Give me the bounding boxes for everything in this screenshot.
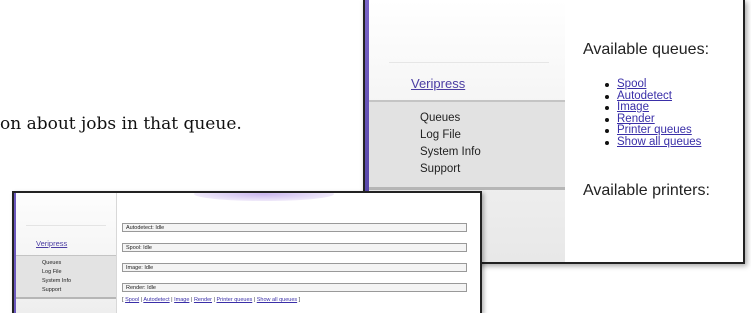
link-printer-queues[interactable]: Printer queues	[216, 297, 252, 303]
queue-link-image[interactable]: Image	[605, 101, 701, 114]
queue-link-printer-queues[interactable]: Printer queues	[605, 124, 701, 137]
link-bar-open: [	[122, 297, 124, 303]
status-image: Image: Idle	[122, 263, 467, 272]
link-separator: |	[253, 297, 256, 303]
printers-heading: Available printers:	[583, 182, 710, 199]
sidebar: Veripress Queues Log File System Info Su…	[16, 193, 117, 313]
link-autodetect[interactable]: Autodetect	[143, 297, 169, 303]
link-separator: |	[190, 297, 193, 303]
link-separator: |	[171, 297, 173, 303]
main-content: Available queues: Spool Autodetect Image…	[565, 0, 743, 262]
sidebar-item-system-info[interactable]: System Info	[42, 278, 71, 284]
status-render: Render: Idle	[122, 283, 467, 292]
document-body-text: on about jobs in that queue.	[0, 114, 242, 134]
queue-link-show-all[interactable]: Show all queues	[605, 136, 701, 149]
queue-link-spool[interactable]: Spool	[605, 78, 701, 91]
logo-divider	[26, 225, 106, 226]
sidebar-item-queues[interactable]: Queues	[420, 112, 460, 124]
sidebar-item-log-file[interactable]: Log File	[420, 129, 461, 141]
link-separator: |	[140, 297, 143, 303]
sidebar-menu: Queues Log File System Info Support	[369, 100, 565, 190]
sidebar-menu: Queues Log File System Info Support	[16, 255, 116, 299]
queue-link-bar: [ Spool | Autodetect | Image | Render | …	[122, 297, 300, 303]
sidebar-item-support[interactable]: Support	[42, 287, 61, 293]
sidebar-item-system-info[interactable]: System Info	[420, 146, 481, 158]
veripress-screenshot-small: Veripress Queues Log File System Info Su…	[12, 191, 482, 313]
link-spool[interactable]: Spool	[125, 297, 139, 303]
status-autodetect: Autodetect: Idle	[122, 223, 467, 232]
brand-link[interactable]: Veripress	[36, 239, 67, 248]
sidebar-item-queues[interactable]: Queues	[42, 260, 61, 266]
link-show-all-queues[interactable]: Show all queues	[257, 297, 297, 303]
logo-divider	[389, 62, 549, 63]
sidebar-item-support[interactable]: Support	[420, 163, 460, 175]
sidebar-item-log-file[interactable]: Log File	[42, 269, 62, 275]
queue-list: Spool Autodetect Image Render Printer qu…	[605, 78, 701, 149]
link-image[interactable]: Image	[174, 297, 189, 303]
status-spool: Spool: Idle	[122, 243, 467, 252]
main-content: Autodetect: Idle Spool: Idle Image: Idle…	[117, 193, 480, 313]
link-bar-close: ]	[298, 297, 301, 303]
brand-link[interactable]: Veripress	[411, 76, 465, 91]
link-separator: |	[213, 297, 215, 303]
link-render[interactable]: Render	[194, 297, 212, 303]
queues-heading: Available queues:	[583, 41, 710, 58]
